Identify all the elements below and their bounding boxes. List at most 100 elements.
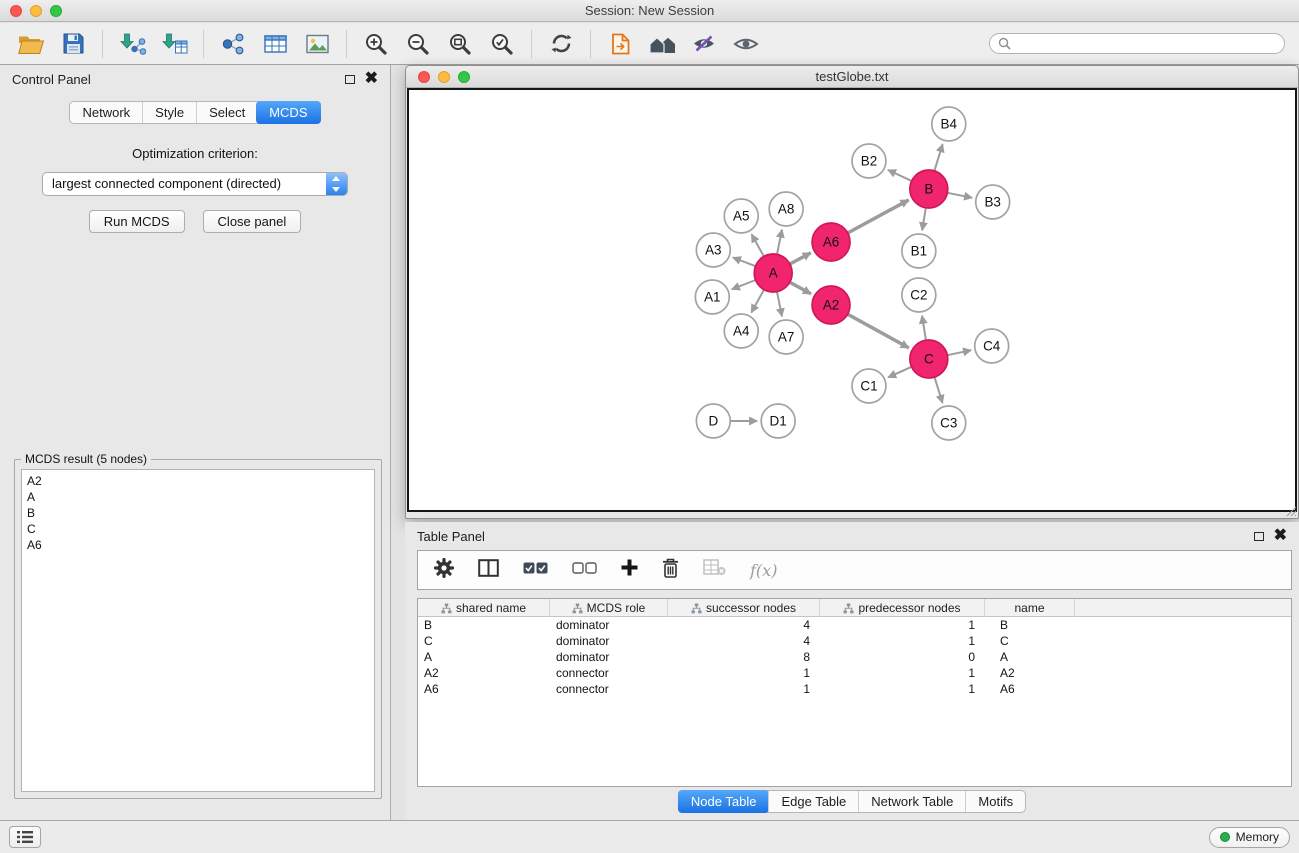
tab-node-table[interactable]: Node Table bbox=[678, 790, 770, 813]
new-table-button[interactable] bbox=[254, 27, 296, 61]
graph-node-A1[interactable]: A1 bbox=[695, 280, 729, 314]
graph-node-A5[interactable]: A5 bbox=[724, 199, 758, 233]
graph-edge[interactable] bbox=[751, 290, 764, 313]
tab-network-table[interactable]: Network Table bbox=[858, 791, 965, 812]
close-panel-button[interactable]: Close panel bbox=[203, 210, 302, 233]
table-settings-button[interactable] bbox=[434, 558, 454, 583]
cell-shared-name[interactable]: A2 bbox=[418, 665, 550, 681]
delete-table-button[interactable] bbox=[703, 559, 726, 581]
graph-node-B3[interactable]: B3 bbox=[976, 185, 1010, 219]
cell-predecessor-nodes[interactable]: 1 bbox=[820, 665, 985, 681]
table-row[interactable]: C dominator 4 1 C bbox=[418, 633, 1291, 649]
cell-mcds-role[interactable]: connector bbox=[550, 681, 668, 697]
select-all-button[interactable] bbox=[523, 561, 548, 579]
open-document-button[interactable] bbox=[599, 27, 641, 61]
zoom-out-button[interactable] bbox=[397, 27, 439, 61]
close-view-button[interactable] bbox=[418, 71, 430, 83]
column-header[interactable]: shared name bbox=[418, 599, 550, 617]
zoom-selected-button[interactable] bbox=[481, 27, 523, 61]
list-item[interactable]: A bbox=[27, 489, 369, 505]
column-header[interactable]: MCDS role bbox=[550, 599, 668, 617]
open-session-button[interactable] bbox=[10, 27, 52, 61]
delete-button[interactable] bbox=[662, 558, 679, 583]
cell-mcds-role[interactable]: connector bbox=[550, 665, 668, 681]
cell-predecessor-nodes[interactable]: 0 bbox=[820, 649, 985, 665]
deselect-all-button[interactable] bbox=[572, 561, 597, 579]
graph-node-A6[interactable]: A6 bbox=[812, 223, 850, 261]
graph-edge[interactable] bbox=[790, 282, 811, 294]
graph-edge[interactable] bbox=[752, 234, 764, 256]
cell-successor-nodes[interactable]: 4 bbox=[668, 633, 820, 649]
import-network-button[interactable] bbox=[111, 27, 153, 61]
close-panel-button[interactable]: ✖ bbox=[1274, 531, 1287, 541]
tab-edge-table[interactable]: Edge Table bbox=[768, 791, 858, 812]
graph-node-A8[interactable]: A8 bbox=[769, 192, 803, 226]
graph-edge[interactable] bbox=[947, 193, 972, 198]
graph-node-A2[interactable]: A2 bbox=[812, 286, 850, 324]
float-panel-button[interactable] bbox=[345, 75, 355, 84]
float-panel-button[interactable] bbox=[1254, 532, 1264, 541]
cell-mcds-role[interactable]: dominator bbox=[550, 617, 668, 633]
graph-node-A[interactable]: A bbox=[754, 254, 792, 292]
graph-node-D1[interactable]: D1 bbox=[761, 404, 795, 438]
graph-edge[interactable] bbox=[790, 253, 811, 264]
cell-name[interactable]: A2 bbox=[985, 665, 1075, 681]
list-item[interactable]: B bbox=[27, 505, 369, 521]
graph-node-B2[interactable]: B2 bbox=[852, 144, 886, 178]
cell-successor-nodes[interactable]: 1 bbox=[668, 681, 820, 697]
graph-edge[interactable] bbox=[888, 367, 911, 378]
cell-shared-name[interactable]: B bbox=[418, 617, 550, 633]
criterion-dropdown[interactable]: largest connected component (directed) bbox=[42, 172, 348, 196]
task-history-button[interactable] bbox=[9, 826, 41, 848]
run-mcds-button[interactable]: Run MCDS bbox=[89, 210, 185, 233]
memory-button[interactable]: Memory bbox=[1209, 827, 1290, 848]
zoom-fit-button[interactable] bbox=[439, 27, 481, 61]
cell-predecessor-nodes[interactable]: 1 bbox=[820, 681, 985, 697]
tab-style[interactable]: Style bbox=[142, 102, 196, 123]
graph-edge[interactable] bbox=[947, 350, 971, 355]
cell-predecessor-nodes[interactable]: 1 bbox=[820, 617, 985, 633]
table-row[interactable]: A2 connector 1 1 A2 bbox=[418, 665, 1291, 681]
graph-edge[interactable] bbox=[733, 258, 756, 267]
cell-successor-nodes[interactable]: 8 bbox=[668, 649, 820, 665]
close-panel-button[interactable]: ✖ bbox=[365, 74, 378, 84]
maximize-window-button[interactable] bbox=[50, 5, 62, 17]
list-item[interactable]: A6 bbox=[27, 537, 369, 553]
graph-node-B1[interactable]: B1 bbox=[902, 234, 936, 268]
refresh-button[interactable] bbox=[540, 27, 582, 61]
cell-shared-name[interactable]: A6 bbox=[418, 681, 550, 697]
mcds-result-list[interactable]: A2 A B C A6 bbox=[21, 469, 375, 792]
cell-shared-name[interactable]: C bbox=[418, 633, 550, 649]
cell-name[interactable]: B bbox=[985, 617, 1075, 633]
network-canvas[interactable]: B4B2BB3A5A8A6B1A3AC2A1A2A4A7C4CC1DD1C3 bbox=[407, 88, 1297, 512]
tab-select[interactable]: Select bbox=[196, 102, 257, 123]
graph-edge[interactable] bbox=[848, 200, 909, 233]
cell-name[interactable]: A6 bbox=[985, 681, 1075, 697]
export-image-button[interactable] bbox=[296, 27, 338, 61]
hide-details-button[interactable] bbox=[683, 27, 725, 61]
add-column-button[interactable] bbox=[621, 559, 638, 581]
graph-node-B4[interactable]: B4 bbox=[932, 107, 966, 141]
tab-network[interactable]: Network bbox=[70, 102, 142, 123]
graph-edge[interactable] bbox=[922, 208, 926, 231]
table-row[interactable]: A dominator 8 0 A bbox=[418, 649, 1291, 665]
graph-edge[interactable] bbox=[888, 170, 912, 181]
graph-edge[interactable] bbox=[777, 230, 782, 255]
cell-name[interactable]: C bbox=[985, 633, 1075, 649]
graph-node-C4[interactable]: C4 bbox=[975, 329, 1009, 363]
graph-edge[interactable] bbox=[935, 377, 943, 403]
graph-node-A7[interactable]: A7 bbox=[769, 320, 803, 354]
cell-mcds-role[interactable]: dominator bbox=[550, 633, 668, 649]
minimize-window-button[interactable] bbox=[30, 5, 42, 17]
column-header[interactable]: name bbox=[985, 599, 1075, 617]
graph-node-A3[interactable]: A3 bbox=[696, 233, 730, 267]
minimize-view-button[interactable] bbox=[438, 71, 450, 83]
graph-edge[interactable] bbox=[922, 316, 926, 341]
graph-node-A4[interactable]: A4 bbox=[724, 314, 758, 348]
cell-mcds-role[interactable]: dominator bbox=[550, 649, 668, 665]
graph-node-D[interactable]: D bbox=[696, 404, 730, 438]
cell-successor-nodes[interactable]: 1 bbox=[668, 665, 820, 681]
zoom-in-button[interactable] bbox=[355, 27, 397, 61]
network-graph[interactable]: B4B2BB3A5A8A6B1A3AC2A1A2A4A7C4CC1DD1C3 bbox=[409, 90, 1295, 510]
column-header[interactable]: predecessor nodes bbox=[820, 599, 985, 617]
